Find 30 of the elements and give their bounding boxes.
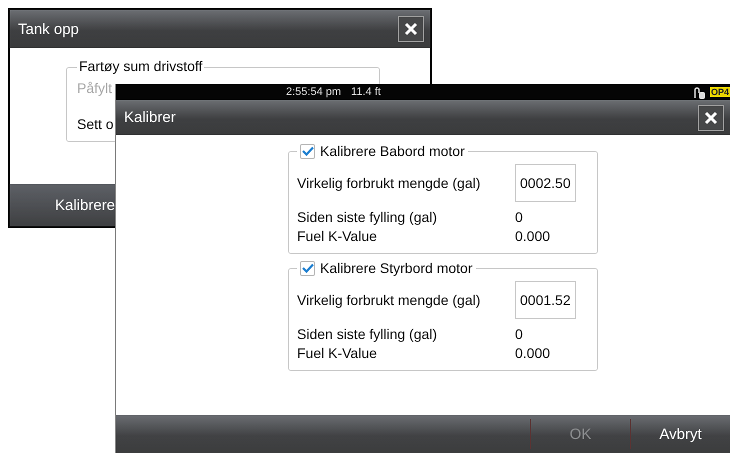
field-label: Siden siste fylling (gal) [297, 208, 438, 224]
input-field[interactable]: 0001.52 [515, 281, 576, 319]
field-label: Virkelig forbrukt mengde (gal) [297, 175, 482, 191]
input-field[interactable]: 0002.50 [515, 164, 576, 202]
field-label: Virkelig forbrukt mengde (gal) [297, 292, 482, 308]
cancel-button[interactable]: Avbryt [630, 419, 730, 449]
field-label: Fuel K-Value [297, 228, 378, 244]
depth-text: 11.4 ft [351, 86, 381, 98]
window-title: Tank opp [18, 20, 79, 38]
close-icon [704, 110, 718, 124]
close-button[interactable] [398, 16, 424, 42]
group-title: Fartøy sum drivstoff [79, 58, 202, 74]
field-value: 0 [515, 208, 523, 224]
field-label: Sett o [77, 116, 114, 132]
clock-text: 2:55:54 pm [286, 86, 342, 98]
field-value: 0.000 [515, 344, 550, 360]
checkbox-label: Kalibrere Styrbord motor [320, 260, 473, 276]
field-label: Siden siste fylling (gal) [297, 326, 438, 342]
field-value: 0 [515, 326, 523, 342]
status-badge: OP4 [710, 87, 730, 97]
field-value: 0.000 [515, 228, 550, 244]
field-label: Påfylt [77, 80, 112, 96]
field-label: Fuel K-Value [297, 344, 378, 360]
close-icon [404, 22, 418, 36]
checkbox[interactable] [300, 260, 315, 276]
window-title: Kalibrer [124, 109, 176, 126]
checkbox[interactable] [300, 144, 315, 158]
close-button[interactable] [698, 104, 724, 130]
checkbox-label: Kalibrere Babord motor [320, 143, 465, 159]
calibrate-button[interactable]: Kalibrere [10, 186, 116, 224]
